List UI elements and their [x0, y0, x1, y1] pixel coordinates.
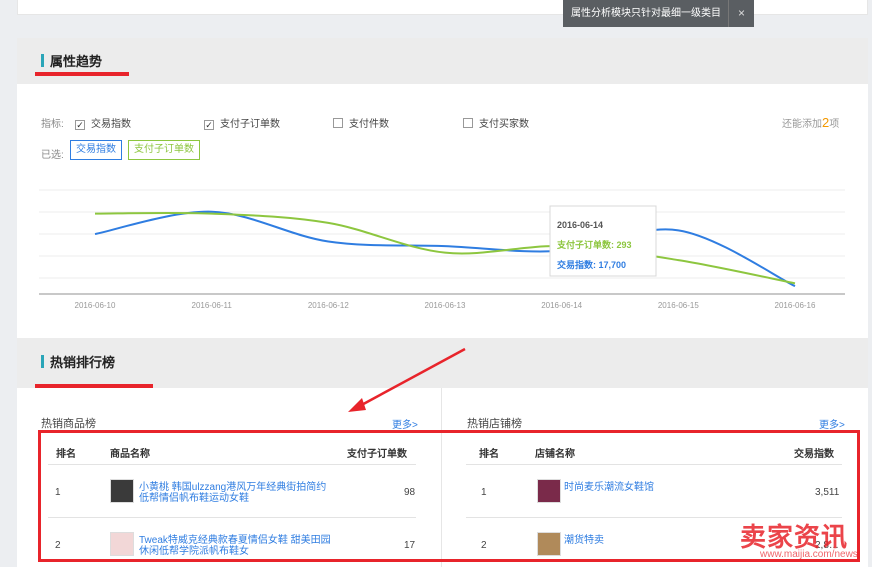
trend-chart: 2016-06-10 2016-06-11 2016-06-12 2016-06-13… [39, 189, 845, 310]
x-tick-label: 2016-06-16 [775, 301, 816, 310]
column-header-sub-orders: 支付子订单数 [347, 449, 407, 460]
x-tick-label: 2016-06-15 [658, 301, 699, 310]
x-tick-label: 2016-06-11 [192, 301, 233, 310]
annotation-underline [35, 72, 129, 76]
checkbox-empty-icon[interactable] [333, 118, 343, 128]
header-divider [48, 464, 416, 465]
value-cell: 98 [404, 487, 416, 498]
selected-label: 已选: [41, 150, 64, 161]
selected-tag-sub-orders[interactable]: 支付子订单数 [128, 140, 200, 160]
x-tick-label: 2016-06-13 [425, 301, 466, 310]
metric-checkbox-trade-index[interactable]: ✓ 交易指数 [75, 115, 131, 130]
tooltip-date: 2016-06-14 [557, 220, 603, 230]
checkbox-empty-icon[interactable] [463, 118, 473, 128]
tooltip-row: 交易指数: 17,700 [557, 259, 626, 270]
product-name-link-line2[interactable]: 低帮情侣帆布鞋运动女鞋 [139, 493, 249, 504]
hot-title: 热销排行榜 [50, 355, 116, 370]
product-name-link[interactable]: 小黄桃 韩国ulzzang港风万年经典街拍简约 [139, 482, 326, 493]
notice-text: 属性分析模块只针对最细一级类目 [571, 8, 721, 19]
section-marker [41, 54, 44, 67]
rank-cell: 1 [481, 487, 487, 498]
product-thumbnail[interactable] [110, 532, 134, 556]
row-divider [48, 517, 416, 518]
series-line [94, 211, 796, 285]
value-cell: 3,511 [815, 487, 840, 498]
value-cell: 17 [404, 540, 416, 551]
series-line [94, 210, 796, 288]
column-header-rank: 排名 [479, 449, 499, 460]
checkbox-checked-icon[interactable]: ✓ [204, 120, 214, 130]
tooltip-row: 支付子订单数: 293 [556, 239, 632, 250]
rank-cell: 2 [55, 540, 61, 551]
shop-avatar[interactable] [537, 479, 561, 503]
column-header-product-name: 商品名称 [110, 449, 150, 460]
product-name-link-line2[interactable]: 休闲低帮学院派帆布鞋女 [139, 546, 249, 557]
x-tick-label: 2016-06-10 [75, 301, 116, 310]
checkbox-checked-icon[interactable]: ✓ [75, 120, 85, 130]
column-header-rank: 排名 [56, 449, 76, 460]
rank-cell: 1 [55, 487, 61, 498]
watermark-url: www.maijia.com/news [760, 549, 858, 560]
close-icon[interactable]: × [728, 0, 754, 27]
shop-name-link[interactable]: 时尚麦乐潮流女鞋馆 [564, 482, 654, 493]
metric-checkbox-sub-orders[interactable]: ✓ 支付子订单数 [204, 115, 280, 130]
shops-list-title: 热销店铺榜 [467, 418, 522, 430]
products-list-title: 热销商品榜 [41, 418, 96, 430]
column-header-trade-index: 交易指数 [794, 449, 834, 460]
add-more-hint: 还能添加2项 [782, 115, 840, 130]
x-tick-label: 2016-06-14 [541, 301, 582, 310]
section-marker [41, 355, 44, 368]
shops-more-link[interactable]: 更多> [819, 416, 845, 431]
products-more-link[interactable]: 更多> [392, 416, 418, 431]
header-divider [466, 464, 842, 465]
metric-label: 指标: [41, 119, 64, 130]
x-tick-label: 2016-06-12 [308, 301, 349, 310]
notice-banner: 属性分析模块只针对最细一级类目 × [563, 0, 754, 27]
product-thumbnail[interactable] [110, 479, 134, 503]
trend-title: 属性趋势 [50, 54, 103, 69]
rank-cell: 2 [481, 540, 487, 551]
product-name-link[interactable]: Tweak特威克经典款春夏情侣女鞋 甜美田园 [139, 535, 331, 546]
metric-checkbox-pay-items[interactable]: 支付件数 [333, 115, 389, 130]
hot-section-header: 热销排行榜 [17, 338, 868, 388]
shop-name-link[interactable]: 潮货特卖 [564, 535, 604, 546]
selected-tag-trade-index[interactable]: 交易指数 [70, 140, 122, 160]
metric-checkbox-buyers[interactable]: 支付买家数 [463, 115, 529, 130]
column-header-shop-name: 店铺名称 [535, 449, 575, 460]
trend-section-header: 属性趋势 [17, 38, 868, 84]
shop-avatar[interactable] [537, 532, 561, 556]
